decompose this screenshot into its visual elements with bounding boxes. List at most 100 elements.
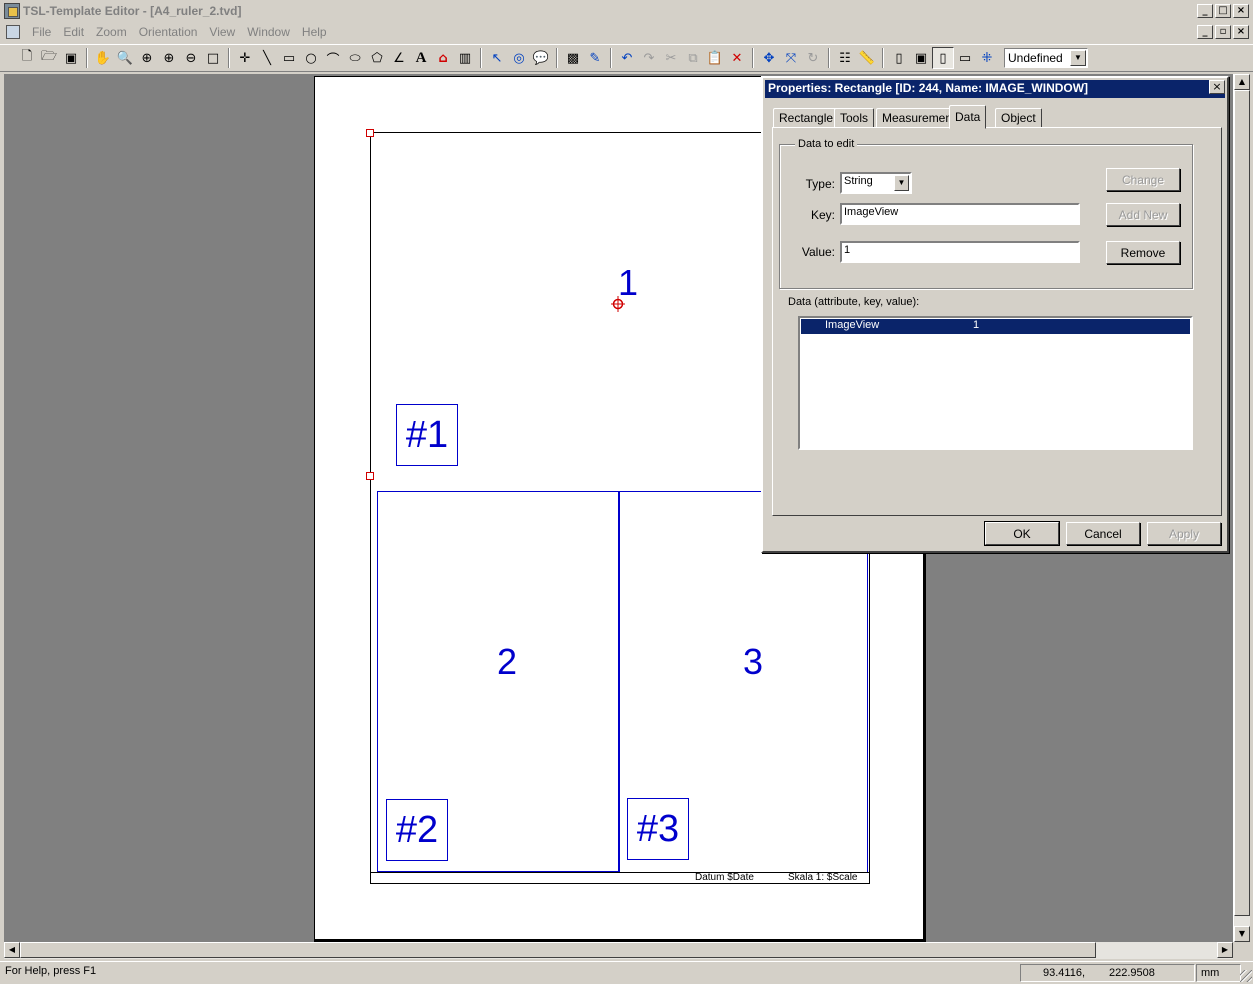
minimize-button[interactable]: _	[1197, 4, 1213, 18]
chevron-down-icon[interactable]: ▼	[894, 175, 909, 191]
scroll-up-icon[interactable]: ▲	[1234, 74, 1250, 90]
region-3-number[interactable]: 3	[743, 641, 763, 683]
rotate-icon[interactable]: ↻	[802, 47, 824, 69]
angle-tool-icon[interactable]: ∠	[388, 47, 410, 69]
selection-handle[interactable]	[366, 129, 374, 137]
ellipse-tool-icon[interactable]: ⬭	[344, 47, 366, 69]
zoom-out-icon[interactable]: ⊖	[180, 47, 202, 69]
paste-icon[interactable]: 📋	[704, 47, 726, 69]
tab-tools[interactable]: Tools	[834, 108, 875, 128]
cancel-button[interactable]: Cancel	[1066, 522, 1140, 545]
hand-pan-icon[interactable]: ✋	[92, 47, 114, 69]
tag-3[interactable]: #3	[627, 798, 689, 860]
tag-1[interactable]: #1	[396, 404, 458, 466]
vertical-scrollbar[interactable]: ▲ ▼	[1233, 74, 1250, 942]
select-tool-icon[interactable]: ↖	[486, 47, 508, 69]
picture-icon[interactable]: ▩	[562, 47, 584, 69]
menu-view[interactable]: View	[203, 25, 241, 39]
cut-icon[interactable]: ✂	[660, 47, 682, 69]
zoom-in-icon[interactable]: ⊕	[158, 47, 180, 69]
menu-bar: File Edit Zoom Orientation View Window H…	[0, 22, 1253, 42]
tab-object[interactable]: Object	[995, 108, 1042, 128]
move-icon[interactable]: ✥	[758, 47, 780, 69]
grid-icon[interactable]: ⁜	[976, 47, 998, 69]
scroll-right-icon[interactable]: ▶	[1217, 942, 1233, 958]
close-button[interactable]: ×	[1233, 4, 1249, 18]
delete-icon[interactable]: ✕	[726, 47, 748, 69]
toolbar: 🗋 🗁 ▣ ✋ 🔍 ⊕ ⊕ ⊖ □ ✛ ╲ ▭ ○ ⌒ ⬭ ⬠ ∠ A ⌂ ▥ …	[0, 44, 1253, 72]
new-file-icon[interactable]: 🗋	[16, 47, 38, 69]
chevron-down-icon[interactable]: ▼	[1070, 50, 1086, 66]
key-input[interactable]: ImageView	[840, 203, 1080, 225]
symbol-tool-icon[interactable]: ⌂	[432, 47, 454, 69]
rectangle-tool-icon[interactable]: ▭	[278, 47, 300, 69]
menu-orientation[interactable]: Orientation	[133, 25, 204, 39]
data-list[interactable]: ImageView 1	[798, 316, 1193, 450]
selection-handle[interactable]	[366, 472, 374, 480]
resize-grip-icon[interactable]	[1240, 970, 1252, 982]
arc-tool-icon[interactable]: ⌒	[322, 47, 344, 69]
zoom-window-icon[interactable]: ⊕	[136, 47, 158, 69]
polygon-tool-icon[interactable]: ⬠	[366, 47, 388, 69]
app-icon[interactable]	[4, 3, 20, 19]
point-tool-icon[interactable]: ✛	[234, 47, 256, 69]
document-icon[interactable]	[6, 25, 20, 39]
line-tool-icon[interactable]: ╲	[256, 47, 278, 69]
tab-data[interactable]: Data	[949, 105, 987, 129]
doc-close-button[interactable]: ×	[1233, 25, 1249, 39]
change-button[interactable]: Change	[1106, 168, 1180, 191]
value-input[interactable]: 1	[840, 241, 1080, 263]
text-tool-icon[interactable]: A	[410, 47, 432, 69]
scroll-down-icon[interactable]: ▼	[1234, 926, 1250, 942]
footer-scale-field[interactable]: Skala 1: $Scale	[788, 872, 858, 883]
circle-tool-icon[interactable]: ○	[300, 47, 322, 69]
page-frame-icon[interactable]: ▯	[888, 47, 910, 69]
horizontal-scroll-thumb[interactable]	[20, 942, 1096, 958]
maximize-button[interactable]: □	[1215, 4, 1231, 18]
menu-window[interactable]: Window	[241, 25, 296, 39]
doc-minimize-button[interactable]: _	[1197, 25, 1213, 39]
menu-file[interactable]: File	[26, 25, 57, 39]
type-select[interactable]: String ▼	[840, 172, 912, 194]
target-tool-icon[interactable]: ◎	[508, 47, 530, 69]
list-item[interactable]: ImageView 1	[801, 319, 1190, 334]
footer-date-field[interactable]: Datum $Date	[695, 872, 754, 883]
zoom-select[interactable]: Undefined ▼	[1004, 48, 1088, 68]
image-tool-icon[interactable]: ▥	[454, 47, 476, 69]
apply-button[interactable]: Apply	[1147, 522, 1221, 545]
toolbar-separator	[752, 48, 754, 68]
tag-2[interactable]: #2	[386, 799, 448, 861]
zoom-icon[interactable]: 🔍	[114, 47, 136, 69]
menu-edit[interactable]: Edit	[57, 25, 90, 39]
menu-help[interactable]: Help	[296, 25, 333, 39]
landscape-icon[interactable]: ▭	[954, 47, 976, 69]
page-inner-icon[interactable]: ▣	[910, 47, 932, 69]
comment-tool-icon[interactable]: 💬	[530, 47, 552, 69]
copy-icon[interactable]: ⧉	[682, 47, 704, 69]
properties-icon[interactable]: ☷	[834, 47, 856, 69]
ruler-icon[interactable]: 📏	[856, 47, 878, 69]
dialog-close-icon[interactable]: ×	[1209, 80, 1225, 94]
crosshair-icon[interactable]	[611, 296, 625, 312]
menu-zoom[interactable]: Zoom	[90, 25, 133, 39]
undo-icon[interactable]: ↶	[616, 47, 638, 69]
add-new-button[interactable]: Add New	[1106, 203, 1180, 226]
redo-icon[interactable]: ↷	[638, 47, 660, 69]
scale-icon[interactable]: ⤧	[780, 47, 802, 69]
vertical-scroll-thumb[interactable]	[1234, 90, 1250, 916]
status-bar: For Help, press F1 93.4116, 222.9508 mm	[0, 961, 1253, 984]
horizontal-scrollbar[interactable]: ◀ ▶	[4, 942, 1233, 959]
save-icon[interactable]: ▣	[60, 47, 82, 69]
tab-rectangle[interactable]: Rectangle	[773, 108, 840, 128]
doc-restore-button[interactable]: ▫	[1215, 25, 1231, 39]
scroll-left-icon[interactable]: ◀	[4, 942, 20, 958]
portrait-icon[interactable]: ▯	[932, 47, 954, 69]
zoom-page-icon[interactable]: □	[202, 47, 224, 69]
remove-button[interactable]: Remove	[1106, 241, 1180, 264]
dialog-title-bar[interactable]: Properties: Rectangle [ID: 244, Name: IM…	[765, 80, 1225, 98]
properties-dialog[interactable]: Properties: Rectangle [ID: 244, Name: IM…	[761, 76, 1229, 553]
edit-pen-icon[interactable]: ✎	[584, 47, 606, 69]
ok-button[interactable]: OK	[984, 521, 1060, 546]
open-folder-icon[interactable]: 🗁	[38, 47, 60, 69]
region-2-number[interactable]: 2	[497, 641, 517, 683]
